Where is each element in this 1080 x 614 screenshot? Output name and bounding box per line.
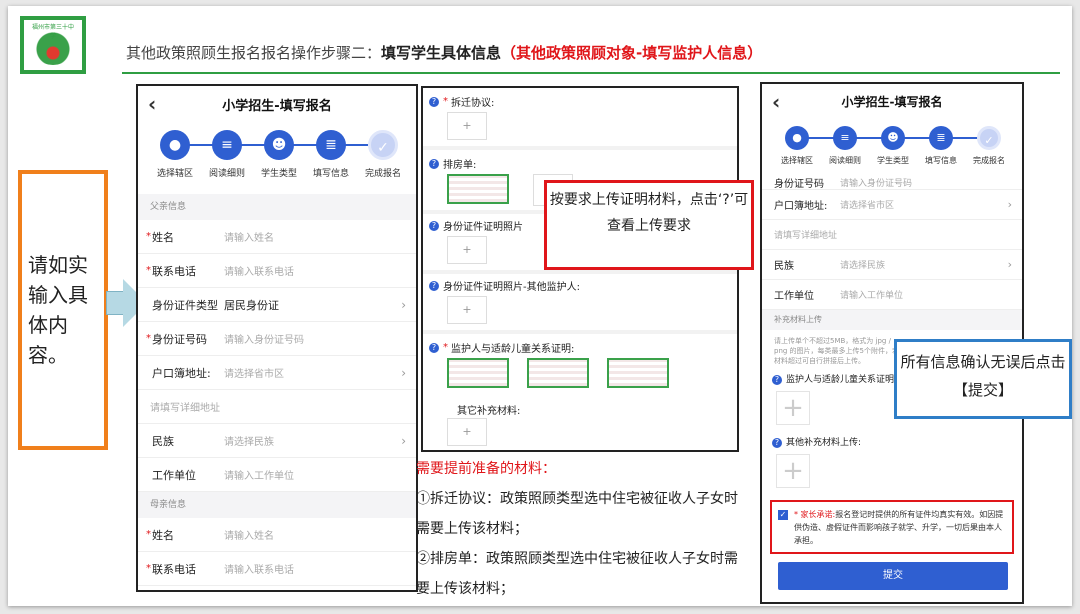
submit-button[interactable]: 提交 xyxy=(778,562,1008,590)
upload-add-button[interactable]: + xyxy=(776,391,810,425)
check-icon: ✓ xyxy=(368,130,398,160)
help-icon[interactable]: ? xyxy=(429,158,439,169)
slide-title: 其他政策照顾生报名报名操作步骤二：填写学生具体信息（其他政策照顾对象-填写监护人… xyxy=(126,44,763,62)
back-icon[interactable]: ‹ xyxy=(772,90,780,114)
page-title: 小学招生-填写报名 xyxy=(222,98,332,114)
father-work-field[interactable]: 工作单位 请输入工作单位 xyxy=(138,458,416,492)
title-divider xyxy=(122,72,1060,74)
mother-section: 母亲信息 xyxy=(138,492,416,518)
father-phone-field[interactable]: * 联系电话 请输入联系电话 xyxy=(138,254,416,288)
mother-name-field[interactable]: * 姓名 请输入姓名 xyxy=(138,518,416,552)
upload-add-button[interactable]: + xyxy=(776,454,810,488)
mother-phone-field[interactable]: * 联系电话 请输入联系电话 xyxy=(138,552,416,586)
father-address-field[interactable]: 请填写详细地址 xyxy=(138,390,416,424)
school-logo: 福州市第三十中学 xyxy=(20,16,86,74)
location-icon: ● xyxy=(785,126,809,150)
hukou-select[interactable]: 户口簿地址: 请选择省市区 › xyxy=(762,190,1022,220)
upload-add-button[interactable]: + xyxy=(447,296,487,324)
parent-pledge[interactable]: ✓ * 家长承诺:报名登记时提供的所有证件均真实有效。如因提供伪造、虚假证件而影… xyxy=(770,500,1014,554)
check-icon: ✓ xyxy=(977,126,1001,150)
user-icon: ☻ xyxy=(881,126,905,150)
back-icon[interactable]: ‹ xyxy=(148,92,156,116)
father-section: 父亲信息 xyxy=(138,194,416,220)
upload-add-button[interactable]: + xyxy=(447,236,487,264)
form-icon: ≣ xyxy=(316,130,346,160)
uploaded-thumbnail[interactable] xyxy=(527,358,589,388)
upload-add-button[interactable]: + xyxy=(447,112,487,140)
phone-form-father: ‹ 小学招生-填写报名 ● 选择辖区 ≡ 阅读细则 ☻ 学生类型 ≣ 填写信息 ✓ 完成报… xyxy=(136,84,418,592)
submit-callout: 所有信息确认无误后点击【提交】 xyxy=(894,339,1072,419)
help-icon[interactable]: ? xyxy=(429,220,439,231)
checkbox[interactable]: ✓ xyxy=(778,510,788,520)
page-title: 小学招生-填写报名 xyxy=(841,94,943,109)
address-field[interactable]: 请填写详细地址 xyxy=(762,220,1022,250)
nation-select[interactable]: 民族 请选择民族 › xyxy=(762,250,1022,280)
chevron-right-icon: › xyxy=(401,433,406,448)
uploaded-thumbnail[interactable] xyxy=(447,174,509,204)
step-progress: ● 选择辖区 ≡ 阅读细则 ☻ 学生类型 ≣ 填写信息 ✓ 完成报名 xyxy=(762,118,1022,176)
help-icon[interactable]: ? xyxy=(429,280,439,291)
page-header: ‹ 小学招生-填写报名 xyxy=(762,84,1022,118)
uploaded-thumbnail[interactable] xyxy=(607,358,669,388)
document-icon: ≡ xyxy=(833,126,857,150)
supplement-note: 请上传单个不超过5MB，格式为 jpg / png 的图片，每类最多上传5个附件… xyxy=(774,337,900,365)
chevron-right-icon: › xyxy=(1007,258,1012,271)
materials-notes: 需要提前准备的材料： ①拆迁协议：政策照顾类型选中住宅被征收人子女时需要上传该材… xyxy=(416,461,738,597)
chevron-right-icon: › xyxy=(401,365,406,380)
idno-field[interactable]: 身份证号码 请输入身份证号码 xyxy=(762,176,1022,190)
help-icon[interactable]: ? xyxy=(772,375,782,385)
chevron-right-icon: › xyxy=(401,297,406,312)
father-hukou-select[interactable]: 户口簿地址: 请选择省市区 › xyxy=(138,356,416,390)
father-name-field[interactable]: * 姓名 请输入姓名 xyxy=(138,220,416,254)
user-icon: ☻ xyxy=(264,130,294,160)
location-icon: ● xyxy=(160,130,190,160)
document-icon: ≡ xyxy=(212,130,242,160)
step-progress: ● 选择辖区 ≡ 阅读细则 ☻ 学生类型 ≣ 填写信息 ✓ 完成报名 xyxy=(138,122,416,194)
father-idno-field[interactable]: * 身份证号码 请输入身份证号码 xyxy=(138,322,416,356)
instruction-box: 请如实输入具体内容。 xyxy=(18,170,108,450)
supplement-section: 补充材料上传 xyxy=(762,310,1022,330)
form-icon: ≣ xyxy=(929,126,953,150)
father-nation-select[interactable]: 民族 请选择民族 › xyxy=(138,424,416,458)
uploaded-thumbnail[interactable] xyxy=(447,358,509,388)
help-icon[interactable]: ? xyxy=(772,438,782,448)
help-icon[interactable]: ? xyxy=(429,96,439,107)
chevron-right-icon: › xyxy=(1007,198,1012,211)
father-idtype-select[interactable]: 身份证件类型 居民身份证 › xyxy=(138,288,416,322)
upload-add-button[interactable]: + xyxy=(447,418,487,446)
upload-callout: 按要求上传证明材料，点击‘?’可查看上传要求 xyxy=(544,180,754,270)
page-header: ‹ 小学招生-填写报名 xyxy=(138,86,416,122)
help-icon[interactable]: ? xyxy=(429,342,439,353)
work-field[interactable]: 工作单位 请输入工作单位 xyxy=(762,280,1022,310)
slide: 福州市第三十中学 其他政策照顾生报名报名操作步骤二：填写学生具体信息（其他政策照… xyxy=(8,6,1072,606)
